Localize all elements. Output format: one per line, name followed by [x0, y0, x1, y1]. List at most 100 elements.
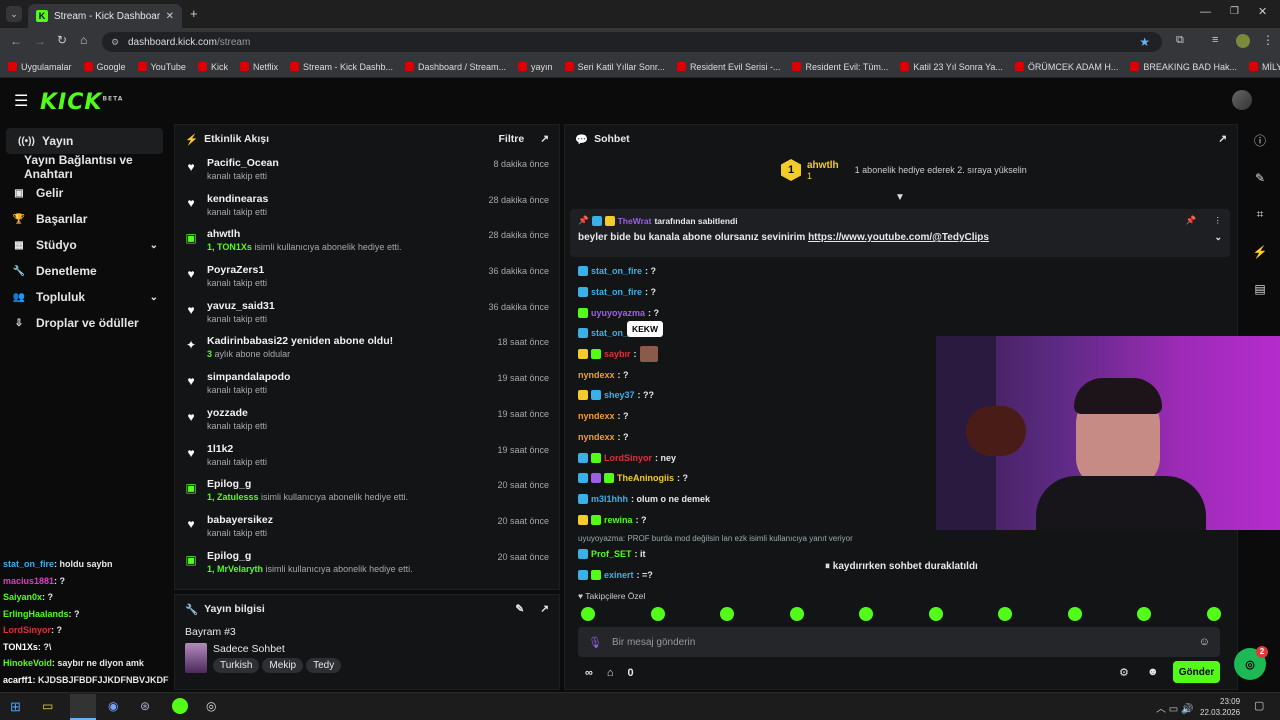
activity-row[interactable]: ♥ PoyraZers1 kanalı takip etti 36 dakika ön…: [175, 260, 559, 296]
forward-icon[interactable]: →: [34, 34, 46, 48]
activity-row[interactable]: ▣ Epilog_g 1, Zatulesss isimli kullanıcıya…: [175, 474, 559, 510]
tab-close-icon[interactable]: ✕: [166, 11, 174, 22]
stream-tag[interactable]: Mekip: [262, 658, 304, 673]
activity-row[interactable]: ♥ 1l1k2 kanalı takip etti 19 saat önce: [175, 439, 559, 475]
bookmark-item[interactable]: Seri Katil Yıllar Sonr...: [564, 62, 665, 72]
bookmark-item[interactable]: Resident Evil Serisi -...: [676, 62, 780, 72]
pinned-link[interactable]: https://www.youtube.com/@TedyClips: [808, 232, 989, 243]
chat-input[interactable]: 🎙 Bir mesaj gönderin ☺: [578, 627, 1220, 657]
bookmark-item[interactable]: Netflix: [239, 62, 278, 72]
infinity-icon[interactable]: ∞: [585, 667, 593, 679]
sidebar-item[interactable]: ⇩ Droplar ve ödüller: [0, 310, 172, 336]
chat-username[interactable]: nyndexx: [578, 432, 615, 442]
collapse-icon[interactable]: ▼: [895, 192, 905, 203]
bookmark-item[interactable]: MİLYONLAR ÇALAR...: [1248, 62, 1280, 72]
bookmark-item[interactable]: Kick: [197, 62, 228, 72]
chat-username[interactable]: TheAninogiis: [617, 473, 674, 483]
document-icon[interactable]: ▤: [1240, 270, 1280, 307]
chat-username[interactable]: LordSinyor: [604, 453, 652, 463]
pen-icon[interactable]: ✎: [1240, 159, 1280, 196]
notifications-icon[interactable]: ▢: [1254, 699, 1264, 712]
chat-username[interactable]: stat_on_fire: [591, 287, 642, 297]
send-button[interactable]: Gönder: [1173, 661, 1220, 683]
camera-icon[interactable]: ⌗: [1240, 196, 1280, 233]
popout-icon[interactable]: ↗: [540, 603, 549, 615]
tray-icons[interactable]: ︿ ▭ 🔊: [1156, 700, 1193, 715]
activity-row[interactable]: ♥ babayersikez kanalı takip etti 20 saat ön…: [175, 510, 559, 546]
kekw-emote-icon[interactable]: [639, 346, 658, 363]
emote-icon[interactable]: [789, 607, 804, 621]
obs-icon[interactable]: ◎: [206, 699, 216, 713]
kick-logo[interactable]: KICKBETA: [40, 90, 123, 115]
stream-tag[interactable]: Turkish: [213, 658, 260, 673]
emote-icon[interactable]: [928, 607, 943, 621]
windows-start-icon[interactable]: ⊞: [10, 699, 21, 715]
bookmark-item[interactable]: Resident Evil: Tüm...: [792, 62, 888, 72]
popout-icon[interactable]: ↗: [1218, 133, 1227, 145]
info-icon[interactable]: ⓘ: [1240, 122, 1280, 159]
filter-button[interactable]: Filtre: [499, 133, 525, 145]
sidebar-item[interactable]: ((•)) Yayın: [6, 128, 163, 154]
chat-username[interactable]: stat_on_fire: [591, 266, 642, 276]
home-icon[interactable]: ⌂: [80, 33, 87, 47]
sidebar-item[interactable]: Yayın Bağlantısı ve Anahtarı: [0, 153, 172, 181]
activity-row[interactable]: ♥ Pacific_Ocean kanalı takip etti 8 dakika …: [175, 153, 559, 189]
chat-username[interactable]: shey37: [604, 390, 635, 400]
chat-username[interactable]: exinert: [604, 570, 634, 580]
chevron-down-icon[interactable]: ⌄: [150, 292, 158, 303]
sidebar-item[interactable]: 🔧 Denetleme: [0, 258, 172, 284]
minimize-icon[interactable]: —: [1200, 6, 1211, 18]
pinned-more-icon[interactable]: ⋮: [1214, 215, 1223, 226]
chat-username[interactable]: rewina: [604, 515, 633, 525]
expand-icon[interactable]: ⌄: [1214, 232, 1222, 243]
emote-icon[interactable]: [720, 607, 735, 621]
bookmark-item[interactable]: BREAKING BAD Hak...: [1130, 62, 1237, 72]
stream-tag[interactable]: Tedy: [306, 658, 342, 673]
emoji-picker-icon[interactable]: ☺: [1199, 636, 1210, 648]
sidebar-item[interactable]: 👥 Topluluk ⌄: [0, 284, 172, 310]
chat-username[interactable]: Prof_SET: [591, 549, 632, 559]
emote-icon[interactable]: [581, 607, 595, 621]
browser-tab[interactable]: K Stream - Kick Dashboard ✕: [28, 4, 182, 28]
file-explorer-icon[interactable]: ▭: [42, 699, 53, 713]
bookmark-item[interactable]: Katil 23 Yıl Sonra Ya...: [900, 62, 1003, 72]
extensions-icon[interactable]: ⧉: [1176, 34, 1184, 47]
emote-icon[interactable]: [1067, 607, 1082, 621]
sidebar-item[interactable]: ▦ Stüdyo ⌄: [0, 232, 172, 258]
activity-row[interactable]: ▣ Epilog_g 1, MrVelaryth isimli kullanıcıy…: [175, 546, 559, 582]
chat-message[interactable]: stat_on_fire: ?: [565, 282, 1225, 303]
chat-username[interactable]: saybır: [604, 349, 631, 359]
activity-row[interactable]: ♥ yozzade kanalı takip etti 19 saat önce: [175, 403, 559, 439]
chevron-down-icon[interactable]: ⌄: [150, 240, 158, 251]
support-chat-button[interactable]: ◎ 2: [1234, 646, 1268, 680]
chat-username[interactable]: nyndexx: [578, 411, 615, 421]
site-info-icon[interactable]: ⚙: [111, 37, 119, 48]
back-icon[interactable]: ←: [10, 34, 22, 48]
unpin-icon[interactable]: 📌: [1186, 215, 1197, 226]
bookmark-item[interactable]: yayın: [518, 62, 553, 72]
chat-paused[interactable]: ⏸ kaydırırken sohbet duraklatıldı: [825, 561, 978, 572]
bookmark-item[interactable]: Google: [83, 62, 126, 72]
bookmark-item[interactable]: YouTube: [137, 62, 186, 72]
user-avatar[interactable]: [1232, 90, 1252, 110]
window-close-icon[interactable]: ✕: [1258, 5, 1267, 18]
bookmark-item[interactable]: Uygulamalar: [8, 62, 72, 72]
sidebar-item[interactable]: ▣ Gelir: [0, 180, 172, 206]
media-icon[interactable]: ≡: [1212, 34, 1218, 46]
tab-list-icon[interactable]: ⌄: [6, 6, 22, 22]
bookmark-star-icon[interactable]: ★: [1139, 35, 1150, 49]
chat-username[interactable]: uyuyoyazma: [591, 308, 645, 318]
browser-menu-icon[interactable]: ⋮: [1262, 33, 1274, 47]
activity-row[interactable]: ✦ Kadirinbabasi22 yeniden abone oldu! 3 ay…: [175, 331, 559, 367]
chat-username[interactable]: stat_on_f: [591, 328, 631, 338]
emote-icon[interactable]: [1137, 607, 1152, 621]
discord-icon[interactable]: ◉: [108, 699, 118, 713]
restore-icon[interactable]: ❐: [1230, 6, 1239, 17]
mic-icon[interactable]: 🎙: [588, 636, 602, 649]
category-name[interactable]: Sadece Sohbet: [213, 643, 344, 655]
emote-icon[interactable]: [859, 607, 874, 621]
bookmark-item[interactable]: ÖRÜMCEK ADAM H...: [1014, 62, 1118, 72]
edit-icon[interactable]: ✎: [515, 603, 524, 615]
popout-icon[interactable]: ↗: [540, 133, 549, 145]
bookmark-item[interactable]: Dashboard / Stream...: [405, 62, 506, 72]
